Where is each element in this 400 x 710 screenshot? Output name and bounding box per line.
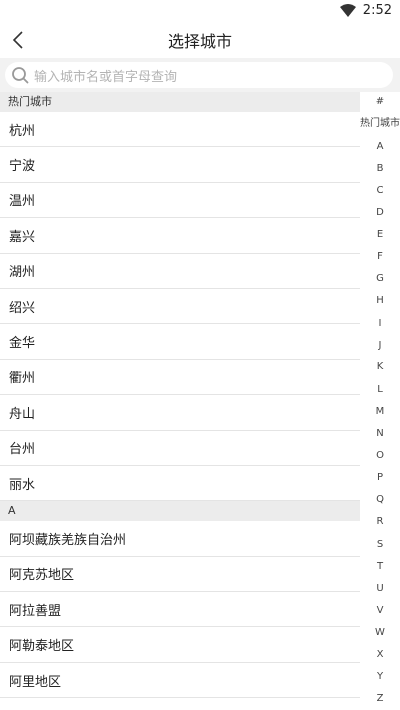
city-row[interactable]: 嘉兴: [0, 218, 360, 254]
city-row[interactable]: 宁波: [0, 147, 360, 183]
index-item-hash[interactable]: #: [360, 96, 400, 108]
city-row[interactable]: 金华: [0, 324, 360, 360]
city-row[interactable]: 台州: [0, 431, 360, 466]
search-placeholder: 输入城市名或首字母查询: [34, 70, 178, 85]
nav-bar: 选择城市: [0, 22, 400, 58]
index-item-h[interactable]: H: [360, 295, 400, 307]
index-item-e[interactable]: E: [360, 229, 400, 241]
city-row[interactable]: 阿克苏地区: [0, 557, 360, 593]
index-item-g[interactable]: G: [360, 273, 400, 285]
city-list[interactable]: 热门城市 杭州 宁波 温州 嘉兴 湖州 绍兴 金华 衢州 舟山 台州 丽水 A …: [0, 92, 360, 710]
index-item-m[interactable]: M: [360, 406, 400, 418]
page-title: 选择城市: [167, 32, 232, 51]
index-item-x[interactable]: X: [360, 649, 400, 661]
section-header-a: A: [0, 501, 360, 522]
index-item-y[interactable]: Y: [360, 671, 400, 683]
wifi-icon: [340, 4, 356, 17]
index-item-c[interactable]: C: [360, 185, 400, 197]
city-row[interactable]: 绍兴: [0, 289, 360, 325]
search-icon: [12, 67, 29, 84]
index-item-z[interactable]: Z: [360, 693, 400, 705]
city-row[interactable]: 舟山: [0, 395, 360, 431]
city-row[interactable]: 阿坝藏族羌族自治州: [0, 521, 360, 557]
city-row[interactable]: 湖州: [0, 254, 360, 289]
index-item-r[interactable]: R: [360, 516, 400, 528]
city-row[interactable]: 阿拉善盟: [0, 592, 360, 628]
alphabet-index-bar[interactable]: # 热门城市 A B C D E F G H I J K L M N O P Q…: [360, 92, 400, 710]
index-item-w[interactable]: W: [360, 627, 400, 639]
index-item-k[interactable]: K: [360, 361, 400, 373]
index-item-d[interactable]: D: [360, 207, 400, 219]
city-row[interactable]: 衢州: [0, 360, 360, 396]
index-item-b[interactable]: B: [360, 163, 400, 175]
index-item-v[interactable]: V: [360, 605, 400, 617]
search-bar: 输入城市名或首字母查询: [0, 58, 400, 92]
index-item-p[interactable]: P: [360, 472, 400, 484]
index-item-hot[interactable]: 热门城市: [360, 118, 400, 130]
city-row[interactable]: 阿勒泰地区: [0, 627, 360, 663]
index-item-u[interactable]: U: [360, 583, 400, 595]
index-item-t[interactable]: T: [360, 561, 400, 573]
status-time: 2:52: [362, 3, 392, 18]
index-item-i[interactable]: I: [360, 318, 400, 330]
index-item-l[interactable]: L: [360, 384, 400, 396]
city-row[interactable]: 杭州: [0, 112, 360, 148]
city-row[interactable]: 温州: [0, 183, 360, 219]
index-item-s[interactable]: S: [360, 539, 400, 551]
index-item-f[interactable]: F: [360, 251, 400, 263]
index-item-n[interactable]: N: [360, 428, 400, 440]
city-row[interactable]: 阿里地区: [0, 663, 360, 699]
section-header-hot: 热门城市: [0, 92, 360, 112]
city-row[interactable]: 丽水: [0, 466, 360, 502]
index-item-q[interactable]: Q: [360, 494, 400, 506]
search-input[interactable]: 输入城市名或首字母查询: [5, 62, 393, 88]
index-item-j[interactable]: J: [360, 340, 400, 352]
status-bar: 2:52: [0, 0, 400, 22]
index-item-a[interactable]: A: [360, 141, 400, 153]
index-item-o[interactable]: O: [360, 450, 400, 462]
